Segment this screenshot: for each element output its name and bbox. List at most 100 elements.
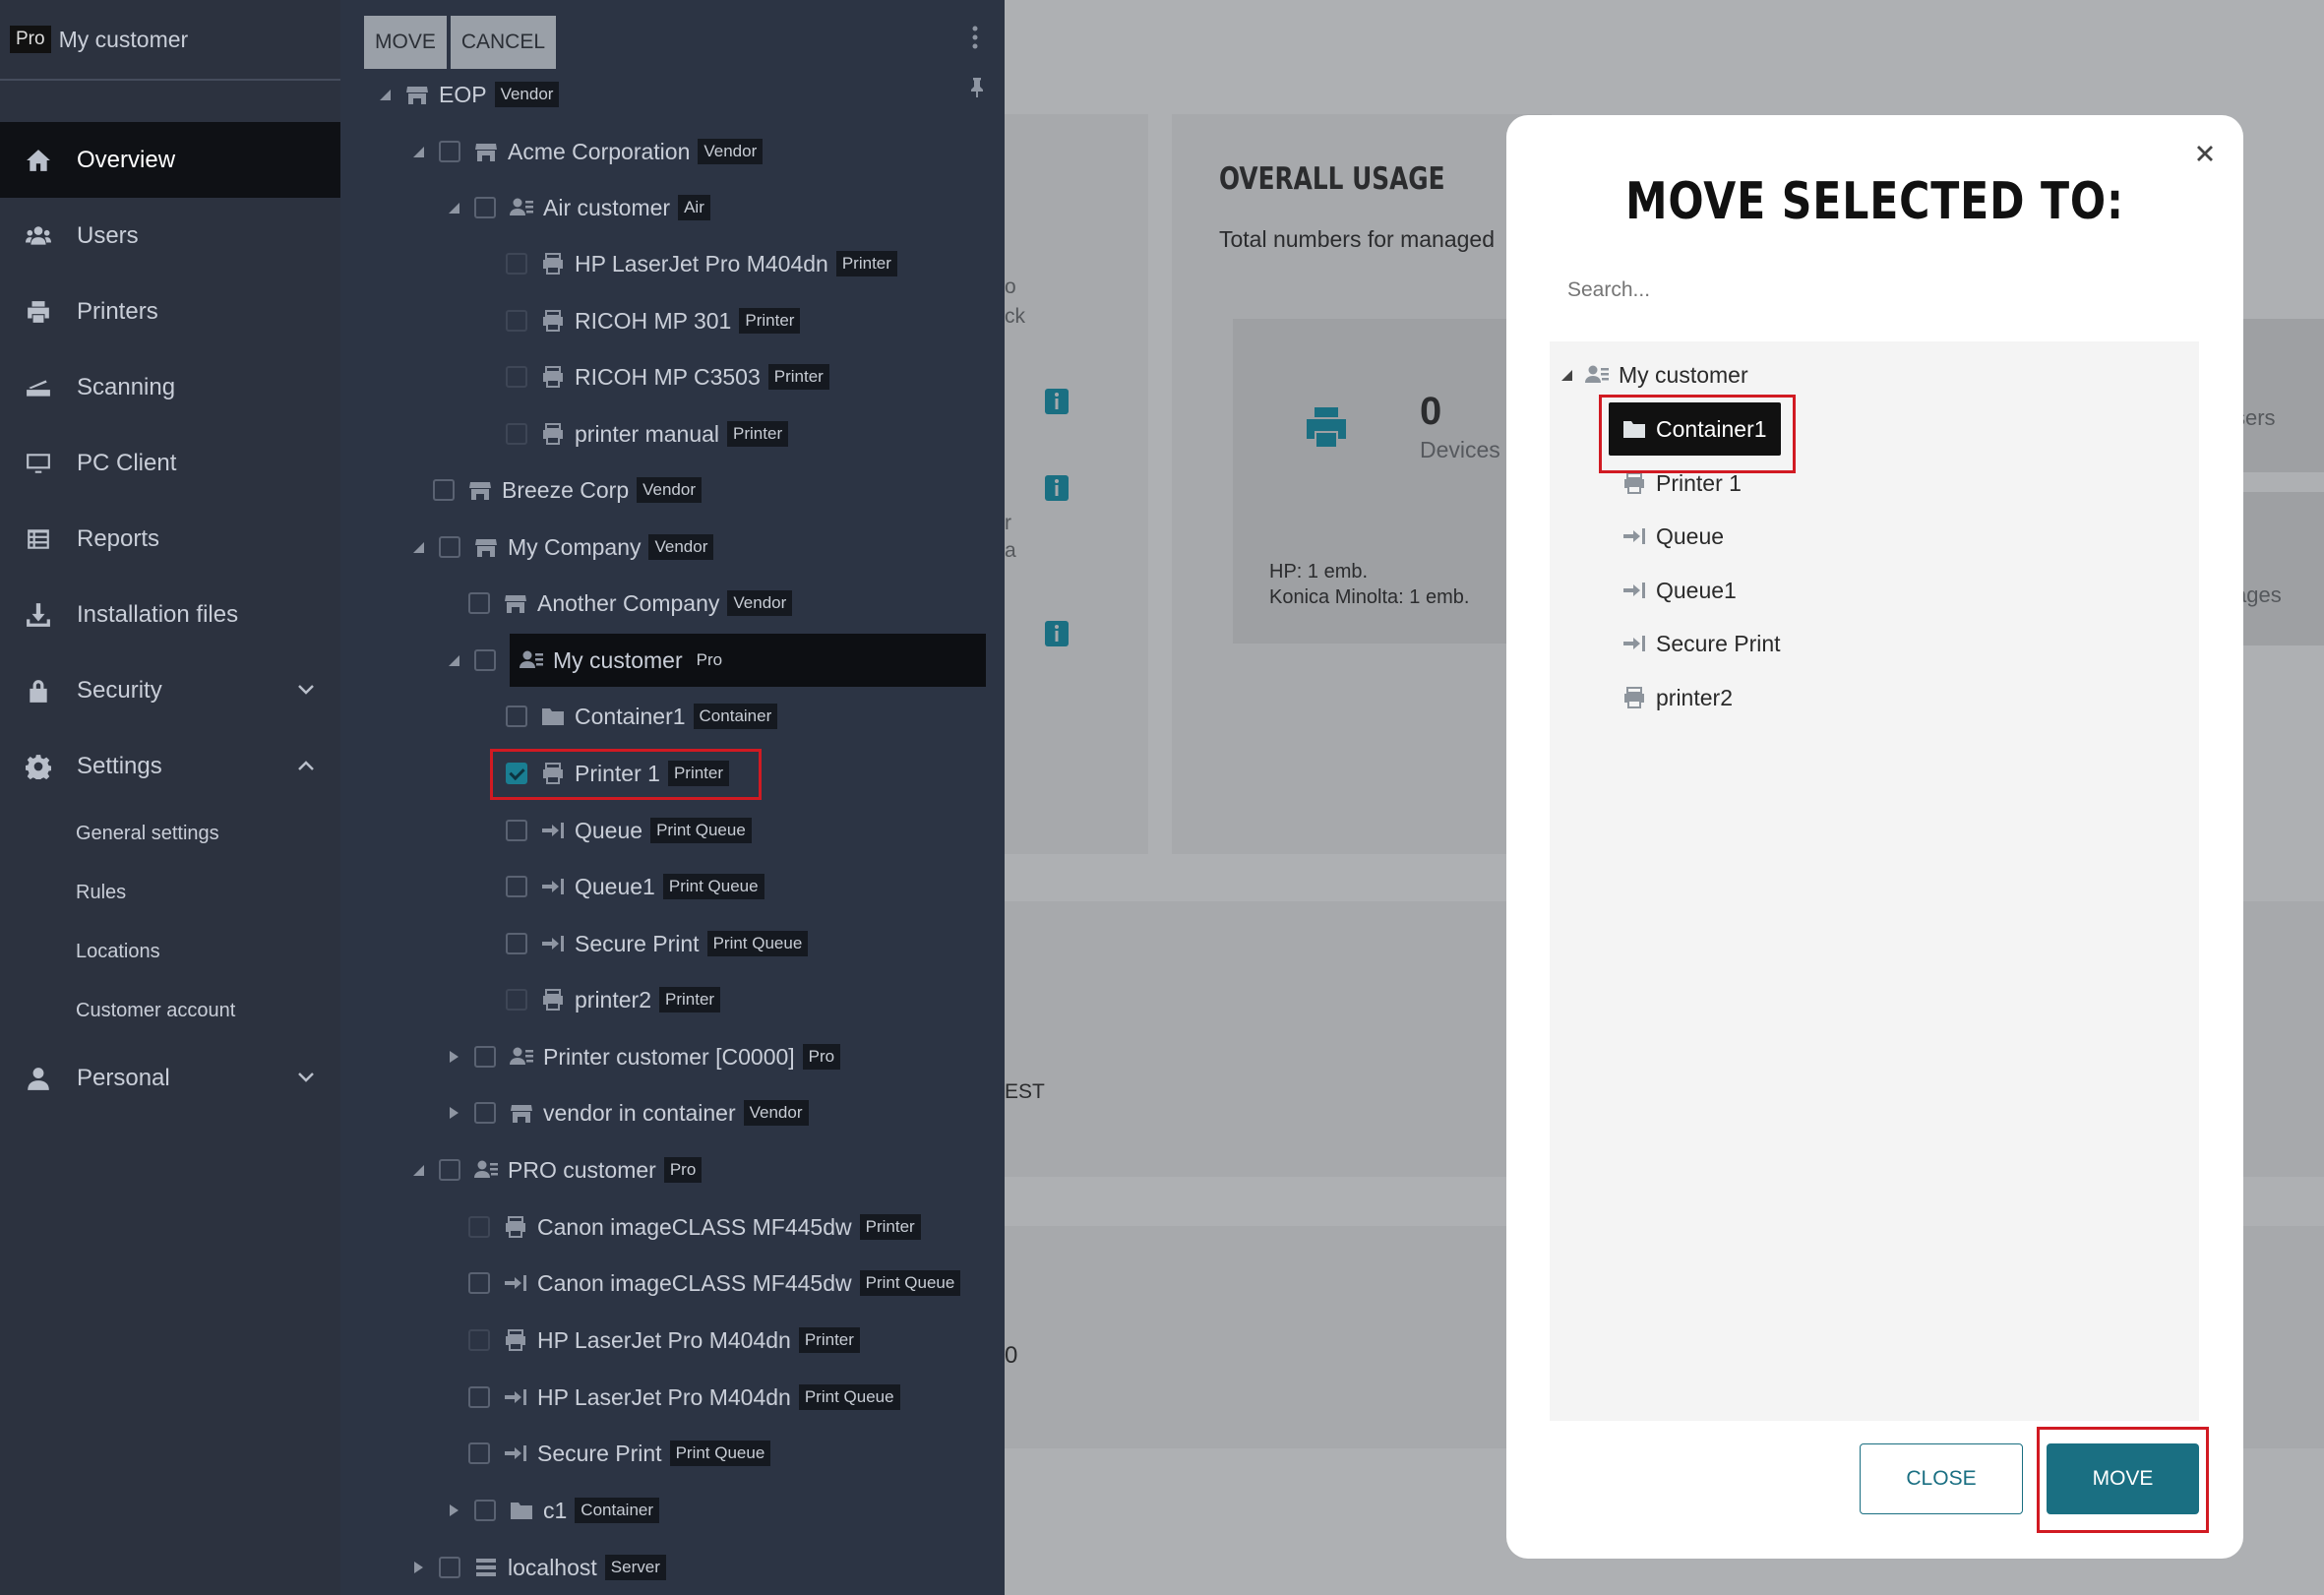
tree-row-breeze-corp[interactable]: Breeze Corp Vendor [433, 469, 703, 511]
tree-row-queue[interactable]: Queue Print Queue [506, 810, 752, 851]
text-fragment: ck [1005, 305, 1025, 328]
row-checkbox[interactable] [506, 705, 527, 727]
sidebar-item-printers[interactable]: Printers [0, 274, 340, 349]
row-checkbox[interactable] [506, 933, 527, 954]
sidebar-item-installation-files[interactable]: Installation files [0, 577, 340, 652]
close-button[interactable]: CLOSE [1860, 1443, 2023, 1514]
tree-row-another-company[interactable]: Another Company Vendor [468, 583, 793, 624]
tree-row-air-customer[interactable]: Air customer Air [443, 187, 710, 228]
move-button[interactable]: MOVE [364, 16, 447, 69]
sidebar-item-reports[interactable]: Reports [0, 501, 340, 577]
row-checkbox[interactable] [474, 1046, 496, 1068]
pin-icon[interactable] [968, 77, 986, 98]
row-checkbox[interactable] [506, 820, 527, 841]
row-checkbox[interactable] [468, 1272, 490, 1294]
row-checkbox[interactable] [506, 310, 527, 332]
expand-toggle-icon[interactable] [407, 1162, 429, 1178]
vendor-icon [510, 1102, 533, 1124]
row-checkbox[interactable] [439, 1557, 460, 1578]
tree-node-queue1[interactable]: Queue1 [1622, 570, 1737, 611]
sidebar-subitem-general-settings[interactable]: General settings [0, 804, 340, 863]
sidebar-item-personal[interactable]: Personal [0, 1040, 340, 1116]
info-icon[interactable] [1044, 388, 1070, 415]
tree-row-my-customer[interactable]: My customer Pro [443, 634, 1006, 687]
row-checkbox[interactable] [468, 1442, 490, 1464]
info-icon[interactable] [1044, 620, 1070, 647]
row-checkbox[interactable] [506, 253, 527, 275]
tree-row-eop[interactable]: EOP Vendor [374, 74, 560, 115]
tree-row-printer[interactable]: HP LaserJet Pro M404dn Printer [506, 243, 897, 284]
expand-toggle-icon[interactable] [407, 539, 429, 555]
devices-label: Devices [1420, 437, 1500, 462]
row-checkbox[interactable] [474, 197, 496, 218]
row-checkbox[interactable] [439, 536, 460, 558]
row-checkbox[interactable] [506, 366, 527, 388]
row-checkbox[interactable] [506, 423, 527, 445]
tree-row-queue[interactable]: Canon imageCLASS MF445dw Print Queue [468, 1262, 961, 1304]
sidebar-item-scanning[interactable]: Scanning [0, 349, 340, 425]
sidebar-subitem-locations[interactable]: Locations [0, 922, 340, 981]
sidebar-subitem-customer-account[interactable]: Customer account [0, 981, 340, 1040]
tree-row-printer[interactable]: HP LaserJet Pro M404dn Printer [468, 1319, 860, 1361]
tree-node-secure-print[interactable]: Secure Print [1622, 623, 1781, 664]
row-checkbox[interactable] [474, 649, 496, 671]
tree-row-label: Another Company [537, 589, 720, 616]
tree-node-queue[interactable]: Queue [1622, 516, 1724, 557]
tree-row-localhost[interactable]: localhost Server [407, 1547, 666, 1588]
server-icon [474, 1557, 498, 1578]
info-icon[interactable] [1044, 474, 1070, 502]
row-checkbox[interactable] [506, 989, 527, 1011]
sidebar-item-settings[interactable]: Settings [0, 728, 340, 804]
tree-row-secure-print[interactable]: Secure Print Print Queue [506, 923, 809, 964]
row-checkbox[interactable] [506, 876, 527, 897]
tree-row-printer-customer[interactable]: Printer customer [C0000] Pro [443, 1036, 841, 1077]
row-checkbox[interactable] [439, 141, 460, 162]
tree-row-acme-corporation[interactable]: Acme Corporation Vendor [407, 131, 764, 172]
row-checkbox[interactable] [474, 1500, 496, 1521]
row-checkbox[interactable] [468, 1386, 490, 1408]
sidebar-item-overview[interactable]: Overview [0, 122, 340, 198]
tree-row-vendor-in-container[interactable]: vendor in container Vendor [443, 1092, 809, 1134]
expand-toggle-icon[interactable] [443, 652, 464, 668]
brand-header[interactable]: Pro My customer [0, 0, 340, 81]
tree-row-my-company[interactable]: My Company Vendor [407, 526, 714, 568]
expand-toggle-icon[interactable] [1560, 368, 1573, 382]
tree-node-my-customer[interactable]: My customer [1560, 354, 1748, 396]
tree-row-pro-customer[interactable]: PRO customer Pro [407, 1149, 703, 1191]
expand-toggle-icon[interactable] [443, 1503, 464, 1518]
tree-row-secure-print[interactable]: Secure Print Print Queue [468, 1433, 771, 1474]
row-checkbox[interactable] [433, 479, 455, 501]
cancel-button[interactable]: CANCEL [450, 16, 557, 69]
sidebar-item-security[interactable]: Security [0, 652, 340, 728]
pro-badge: Pro [10, 26, 51, 53]
tree-row-label: My Company [508, 533, 642, 560]
expand-toggle-icon[interactable] [407, 1560, 429, 1575]
tree-row-printer[interactable]: Canon imageCLASS MF445dw Printer [468, 1206, 921, 1248]
row-checkbox[interactable] [468, 592, 490, 614]
search-input[interactable] [1567, 271, 2158, 310]
sidebar-item-users[interactable]: Users [0, 198, 340, 274]
expand-toggle-icon[interactable] [443, 1049, 464, 1065]
tree-row-printer[interactable]: printer manual Printer [506, 413, 789, 455]
expand-toggle-icon[interactable] [443, 1105, 464, 1121]
close-icon[interactable] [2194, 143, 2216, 164]
kebab-menu-icon[interactable] [972, 26, 978, 49]
tree-row-printer[interactable]: RICOH MP 301 Printer [506, 300, 801, 341]
tree-node-printer2[interactable]: printer2 [1622, 677, 1733, 718]
row-checkbox[interactable] [474, 1102, 496, 1124]
tree-row-queue1[interactable]: Queue1 Print Queue [506, 866, 764, 907]
tree-row-printer2[interactable]: printer2 Printer [506, 979, 721, 1020]
sidebar-item-label: Installation files [77, 600, 239, 628]
tree-row-printer[interactable]: RICOH MP C3503 Printer [506, 356, 829, 398]
expand-toggle-icon[interactable] [443, 200, 464, 215]
tree-row-container1[interactable]: Container1 Container [506, 696, 778, 737]
expand-toggle-icon[interactable] [374, 87, 396, 102]
sidebar-item-pc-client[interactable]: PC Client [0, 425, 340, 501]
row-checkbox[interactable] [439, 1159, 460, 1181]
expand-toggle-icon[interactable] [407, 144, 429, 159]
tree-row-c1[interactable]: c1 Container [443, 1490, 660, 1531]
tree-row-queue[interactable]: HP LaserJet Pro M404dn Print Queue [468, 1377, 900, 1418]
sidebar-subitem-rules[interactable]: Rules [0, 863, 340, 922]
row-checkbox[interactable] [468, 1216, 490, 1238]
row-checkbox[interactable] [468, 1329, 490, 1351]
